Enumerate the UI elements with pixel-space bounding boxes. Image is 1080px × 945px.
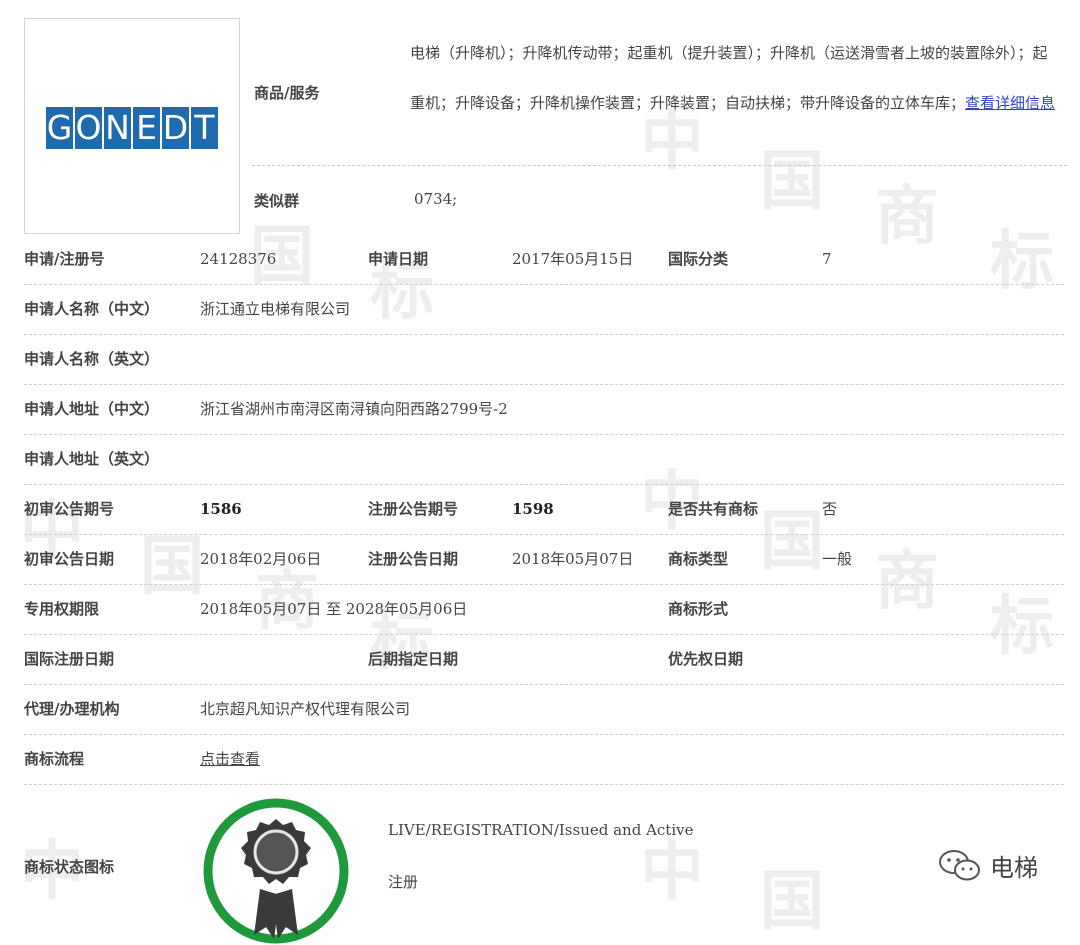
field-value: 浙江省湖州市南浔区南浔镇向阳西路2799号-2 bbox=[200, 400, 508, 418]
similar-group-value: 0734; bbox=[414, 190, 458, 208]
field-label: 申请/注册号 bbox=[24, 250, 105, 268]
logo-letter: T bbox=[191, 107, 218, 149]
status-text: LIVE/REGISTRATION/Issued and Active bbox=[388, 821, 694, 839]
view-details-link[interactable]: 查看详细信息 bbox=[965, 94, 1055, 112]
status-row: 商标状态图标 LIVE/REGISTRATION/Issued and Acti… bbox=[24, 785, 1064, 944]
wechat-account-name: 电梯 bbox=[990, 854, 1038, 882]
goods-text: 电梯（升降机）；升降机传动带；起重机（提升装置）；升降机（运送滑雪者上坡的装置除… bbox=[410, 28, 1060, 128]
field-value: 1598 bbox=[512, 500, 554, 518]
watermark-char: 国 bbox=[760, 145, 824, 219]
table-row: 申请人名称（英文） bbox=[24, 335, 1064, 385]
field-label: 商标状态图标 bbox=[24, 858, 115, 876]
goods-label: 商品/服务 bbox=[254, 84, 320, 102]
wechat-icon bbox=[939, 849, 980, 880]
divider bbox=[252, 165, 1067, 166]
status-text-cn: 注册 bbox=[388, 873, 419, 891]
field-label: 申请日期 bbox=[368, 250, 429, 268]
field-label: 注册公告日期 bbox=[368, 550, 459, 568]
field-label: 申请人名称（中文） bbox=[24, 300, 160, 318]
field-value: 2018年05月07日 至 2028年05月06日 bbox=[200, 600, 468, 618]
table-row: 申请/注册号 24128376 申请日期 2017年05月15日 国际分类 7 bbox=[24, 235, 1064, 285]
field-value: 北京超凡知识产权代理有限公司 bbox=[200, 700, 411, 718]
field-label: 优先权日期 bbox=[668, 650, 744, 668]
field-label: 注册公告期号 bbox=[368, 500, 459, 518]
field-label: 申请人地址（英文） bbox=[24, 450, 160, 468]
table-row: 申请人地址（英文） bbox=[24, 435, 1064, 485]
status-badge-icon bbox=[203, 798, 349, 944]
field-value: 一般 bbox=[822, 550, 853, 568]
logo-letter: N bbox=[104, 107, 131, 149]
field-value: 7 bbox=[822, 250, 832, 268]
wechat-account-mark: 电梯 bbox=[938, 848, 1038, 883]
logo-letter: D bbox=[162, 107, 189, 149]
field-label: 申请人地址（中文） bbox=[24, 400, 160, 418]
view-process-link[interactable]: 点击查看 bbox=[200, 735, 260, 784]
gonedt-logo: G O N E D T bbox=[46, 107, 218, 149]
table-row: 商标流程 点击查看 bbox=[24, 735, 1064, 785]
table-row: 国际注册日期 后期指定日期 优先权日期 bbox=[24, 635, 1064, 685]
field-value: 浙江通立电梯有限公司 bbox=[200, 300, 351, 318]
table-row: 专用权期限 2018年05月07日 至 2028年05月06日 商标形式 bbox=[24, 585, 1064, 635]
trademark-detail-table: 申请/注册号 24128376 申请日期 2017年05月15日 国际分类 7 … bbox=[24, 235, 1064, 944]
table-row: 申请人名称（中文） 浙江通立电梯有限公司 bbox=[24, 285, 1064, 335]
field-label: 商标类型 bbox=[668, 550, 729, 568]
field-label: 商标流程 bbox=[24, 750, 85, 768]
field-label: 申请人名称（英文） bbox=[24, 350, 160, 368]
field-label: 后期指定日期 bbox=[368, 650, 459, 668]
field-label: 专用权期限 bbox=[24, 600, 100, 618]
field-label: 商标形式 bbox=[668, 600, 729, 618]
field-value: 24128376 bbox=[200, 250, 277, 268]
logo-letter: O bbox=[75, 107, 102, 149]
field-label: 国际分类 bbox=[668, 250, 729, 268]
similar-group-label: 类似群 bbox=[254, 192, 300, 210]
logo-letter: G bbox=[46, 107, 73, 149]
table-row: 初审公告期号 1586 注册公告期号 1598 是否共有商标 否 bbox=[24, 485, 1064, 535]
field-label: 初审公告期号 bbox=[24, 500, 115, 518]
trademark-image-box: G O N E D T bbox=[24, 18, 240, 234]
goods-list: 电梯（升降机）；升降机传动带；起重机（提升装置）；升降机（运送滑雪者上坡的装置除… bbox=[410, 44, 1048, 112]
field-label: 初审公告日期 bbox=[24, 550, 115, 568]
field-value: 2018年05月07日 bbox=[512, 550, 634, 568]
table-row: 申请人地址（中文） 浙江省湖州市南浔区南浔镇向阳西路2799号-2 bbox=[24, 385, 1064, 435]
logo-letter: E bbox=[133, 107, 160, 149]
field-value: 2018年02月06日 bbox=[200, 550, 322, 568]
field-label: 是否共有商标 bbox=[668, 500, 759, 518]
field-value: 2017年05月15日 bbox=[512, 250, 634, 268]
field-value: 否 bbox=[822, 500, 838, 518]
table-row: 初审公告日期 2018年02月06日 注册公告日期 2018年05月07日 商标… bbox=[24, 535, 1064, 585]
field-label: 国际注册日期 bbox=[24, 650, 115, 668]
field-label: 代理/办理机构 bbox=[24, 700, 120, 718]
field-value: 1586 bbox=[200, 500, 242, 518]
table-row: 代理/办理机构 北京超凡知识产权代理有限公司 bbox=[24, 685, 1064, 735]
